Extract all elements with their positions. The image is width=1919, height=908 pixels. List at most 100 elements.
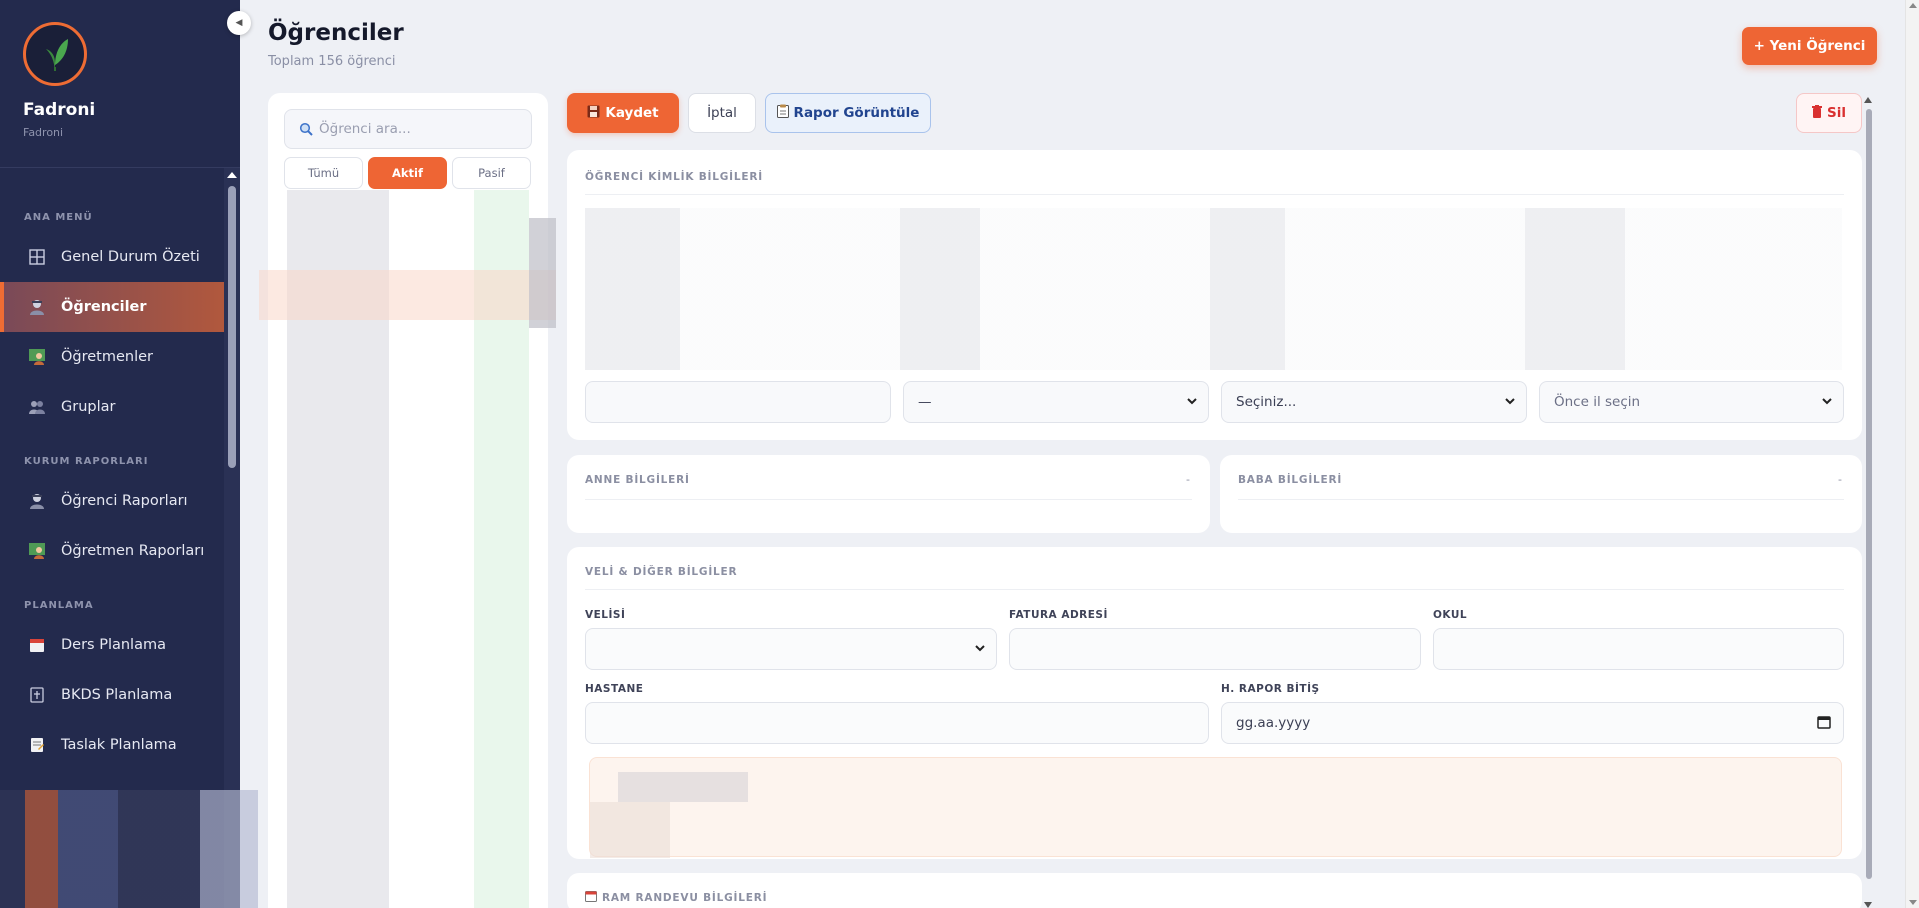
redacted-identity-fields <box>585 208 1842 370</box>
sidebar: Fadroni Fadroni ANA MENÜ Genel Durum Öze… <box>0 0 240 908</box>
identity-card-title: ÖĞRENCİ KİMLİK BİLGİLERİ <box>585 171 763 183</box>
sidebar-item-lesson-planning[interactable]: Ders Planlama <box>0 620 224 670</box>
view-report-button[interactable]: Rapor Görüntüle <box>765 93 931 133</box>
leaf-icon <box>46 39 68 71</box>
report-end-label: H. RAPOR BİTİŞ <box>1221 683 1320 695</box>
brand-name: Fadroni <box>23 100 96 120</box>
calendar-picker-icon[interactable] <box>1817 715 1831 729</box>
page-scrollbar[interactable] <box>1905 0 1919 908</box>
identity-text-field[interactable] <box>585 381 891 423</box>
guardian-label: VELİSİ <box>585 609 626 621</box>
scrollbar-thumb[interactable] <box>1866 109 1872 879</box>
scroll-down-arrow-icon[interactable] <box>1864 902 1872 908</box>
sidebar-item-label: Öğrenciler <box>61 299 147 315</box>
sidebar-item-groups[interactable]: Gruplar <box>0 382 224 432</box>
sidebar-item-label: Taslak Planlama <box>61 737 177 753</box>
sidebar-item-teachers[interactable]: Öğretmenler <box>0 332 224 382</box>
draft-icon <box>28 736 46 754</box>
save-label: Kaydet <box>605 105 659 121</box>
brand-sub: Fadroni <box>23 126 64 139</box>
save-button[interactable]: Kaydet <box>567 93 679 133</box>
sidebar-item-label: Gruplar <box>61 399 116 415</box>
teacher-report-icon <box>28 542 46 560</box>
father-info-card[interactable]: BABA BİLGİLERİ - <box>1220 455 1862 533</box>
sidebar-item-label: Öğrenci Raporları <box>61 493 188 509</box>
clipboard-icon <box>776 104 789 122</box>
divider <box>585 589 1844 590</box>
calendar-icon <box>28 636 46 654</box>
billing-address-input[interactable] <box>1009 628 1421 670</box>
identity-card: ÖĞRENCİ KİMLİK BİLGİLERİ — Seçiniz... Ön… <box>567 150 1862 440</box>
sidebar-item-label: Öğretmen Raporları <box>61 543 205 559</box>
redacted-block <box>618 772 748 802</box>
new-student-button[interactable]: + Yeni Öğrenci <box>1742 27 1877 65</box>
ram-card-label: RAM RANDEVU BİLGİLERİ <box>602 891 768 904</box>
sidebar-item-label: Genel Durum Özeti <box>61 249 200 265</box>
content-scrollbar[interactable] <box>1864 95 1874 908</box>
sidebar-item-students[interactable]: Öğrenciler <box>0 282 224 332</box>
sidebar-item-student-reports[interactable]: Öğrenci Raporları <box>0 476 224 526</box>
student-report-icon <box>28 492 46 510</box>
date-placeholder: gg.aa.yyyy <box>1236 715 1311 731</box>
search-input[interactable]: Öğrenci ara... <box>284 109 532 149</box>
redacted-student-list <box>259 190 556 908</box>
school-label: OKUL <box>1433 609 1468 621</box>
search-placeholder: Öğrenci ara... <box>319 121 411 137</box>
brand-logo <box>23 22 87 86</box>
father-card-title: BABA BİLGİLERİ <box>1238 474 1343 486</box>
sidebar-item-bkds-planning[interactable]: BKDS Planlama <box>0 670 224 720</box>
ram-appointment-card: RAM RANDEVU BİLGİLERİ <box>567 873 1862 908</box>
filter-active[interactable]: Aktif <box>368 157 447 189</box>
student-icon <box>28 298 46 316</box>
hospital-input[interactable] <box>585 702 1209 744</box>
status-filter-group: Tümü Aktif Pasif <box>284 157 531 189</box>
ram-card-title: RAM RANDEVU BİLGİLERİ <box>585 890 767 905</box>
scroll-up-arrow-icon[interactable] <box>227 172 237 178</box>
guardian-select[interactable] <box>585 628 997 670</box>
guardian-other-card: VELİ & DİĞER BİLGİLER VELİSİ FATURA ADRE… <box>567 547 1862 859</box>
nav-section-planning: PLANLAMA <box>24 600 94 611</box>
chevron-down-icon <box>1821 395 1833 407</box>
collapse-toggle[interactable]: - <box>1186 473 1190 486</box>
sidebar-item-draft-planning[interactable]: Taslak Planlama <box>0 720 224 770</box>
identity-select-dash[interactable]: — <box>903 381 1209 423</box>
scrollbar-thumb[interactable] <box>228 186 236 468</box>
collapse-toggle[interactable]: - <box>1838 473 1842 486</box>
mother-info-card[interactable]: ANNE BİLGİLERİ - <box>567 455 1210 533</box>
search-icon <box>299 122 313 136</box>
nav-section-main: ANA MENÜ <box>24 212 93 223</box>
sidebar-item-label: BKDS Planlama <box>61 687 173 703</box>
sidebar-item-label: Ders Planlama <box>61 637 166 653</box>
chevron-down-icon <box>1504 395 1516 407</box>
sidebar-item-dashboard[interactable]: Genel Durum Özeti <box>0 232 224 282</box>
selected-row-redacted <box>259 270 556 320</box>
report-end-date-input[interactable]: gg.aa.yyyy <box>1221 702 1844 744</box>
redacted-block <box>529 218 556 328</box>
filter-passive[interactable]: Pasif <box>452 157 531 189</box>
scroll-down-arrow-icon[interactable] <box>1909 900 1917 905</box>
brand-block: Fadroni Fadroni <box>0 0 240 168</box>
scroll-up-arrow-icon[interactable] <box>1909 3 1917 8</box>
school-input[interactable] <box>1433 628 1844 670</box>
select-value: Seçiniz... <box>1236 394 1297 410</box>
city-select[interactable]: Seçiniz... <box>1221 381 1527 423</box>
delete-button[interactable]: Sil <box>1796 93 1862 133</box>
sidebar-item-teacher-reports[interactable]: Öğretmen Raporları <box>0 526 224 576</box>
select-value: Önce il seçin <box>1554 394 1641 410</box>
delete-label: Sil <box>1827 105 1846 121</box>
id-card-icon <box>28 686 46 704</box>
cancel-button[interactable]: İptal <box>688 93 756 133</box>
redacted-block <box>590 802 670 858</box>
scroll-up-arrow-icon[interactable] <box>1864 97 1872 103</box>
calendar-icon <box>585 890 597 905</box>
billing-address-label: FATURA ADRESİ <box>1009 609 1108 621</box>
district-select[interactable]: Önce il seçin <box>1539 381 1844 423</box>
redacted-note <box>589 757 1842 858</box>
dashboard-grid-icon <box>28 248 46 266</box>
filter-all[interactable]: Tümü <box>284 157 363 189</box>
sidebar-collapse-button[interactable]: ◀ <box>227 11 251 35</box>
chevron-down-icon <box>1186 395 1198 407</box>
divider <box>585 499 1192 500</box>
divider <box>585 194 1844 195</box>
trash-icon <box>1812 104 1822 122</box>
